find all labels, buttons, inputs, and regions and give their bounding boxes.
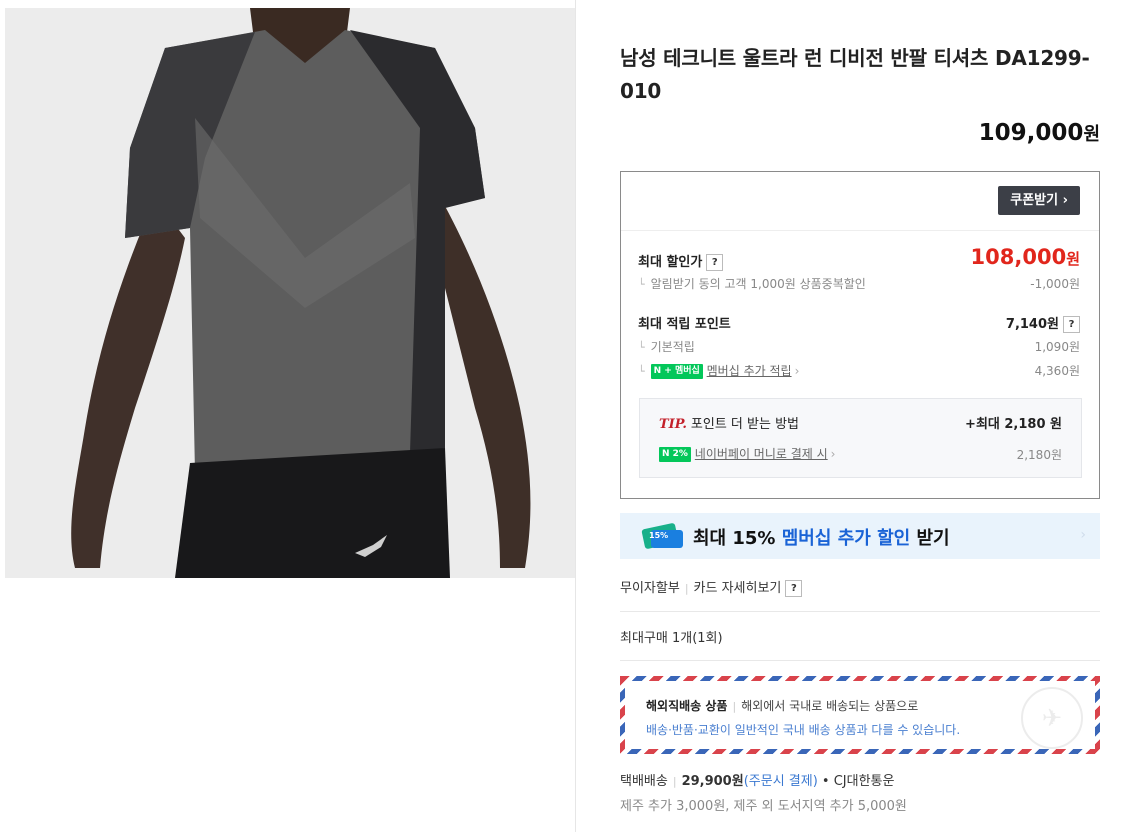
tip-label: 포인트 더 받는 방법 bbox=[690, 417, 799, 432]
tree-branch-icon: └ bbox=[638, 278, 645, 291]
shipping-fee-note: (주문시 결제) bbox=[743, 774, 818, 789]
card-detail-link[interactable]: 카드 자세히보기 bbox=[694, 581, 782, 596]
max-discount-amount: 108,000 bbox=[970, 245, 1067, 269]
max-discount-help-icon[interactable]: ? bbox=[706, 254, 724, 271]
membership-point-label: └ N + 멤버십 멤버십 추가 적립 › bbox=[638, 362, 799, 379]
price-unit: 원 bbox=[1083, 124, 1100, 145]
product-title: 남성 테크니트 울트라 런 디비전 반팔 티셔츠 DA1299-010 bbox=[620, 46, 1090, 103]
ticket-label: 15% bbox=[649, 531, 668, 540]
installment-label[interactable]: 무이자할부 bbox=[620, 581, 680, 596]
banner-text-prefix: 최대 15% bbox=[693, 528, 782, 549]
overseas-note: 배송·반품·교환이 일반적인 국내 배송 상품과 다를 수 있습니다. bbox=[646, 723, 961, 737]
overseas-notice-body: 해외직배송 상품 | 해외에서 국내로 배송되는 상품으로 배송·반품·교환이 일반… bbox=[625, 681, 1095, 749]
card-help-icon[interactable]: ? bbox=[785, 580, 803, 597]
price-amount: 109,000 bbox=[978, 120, 1084, 146]
shipping-method: 택배배송 bbox=[620, 774, 668, 789]
membership-banner-text: 최대 15% 멤버십 추가 할인 받기 bbox=[693, 524, 950, 550]
alarm-discount-value: -1,000원 bbox=[1030, 277, 1080, 291]
tree-branch-icon: └ bbox=[638, 341, 645, 354]
naver-plus-membership-badge: N + 멤버십 bbox=[650, 364, 703, 379]
product-photo[interactable] bbox=[5, 8, 575, 578]
max-point-label: 최대 적립 포인트 bbox=[638, 317, 731, 332]
divider: | bbox=[732, 700, 737, 713]
max-discount-row: 최대 할인가? 108,000원 bbox=[638, 245, 1080, 273]
chevron-right-icon: › bbox=[1080, 527, 1086, 543]
shipping-row: 택배배송 | 29,900원(주문시 결제) • CJ대한통운 bbox=[620, 770, 894, 789]
coupon-ticket-icon: 15% bbox=[641, 523, 683, 549]
membership-point-value: 4,360원 bbox=[1034, 364, 1080, 378]
overseas-shipping-notice: 해외직배송 상품 | 해외에서 국내로 배송되는 상품으로 배송·반품·교환이 일반… bbox=[620, 676, 1100, 754]
product-image-panel bbox=[0, 0, 576, 832]
basic-point-text: 기본적립 bbox=[650, 340, 695, 354]
coupon-button[interactable]: 쿠폰받기 › bbox=[998, 186, 1080, 215]
overseas-title-line: 해외직배송 상품 | 해외에서 국내로 배송되는 상품으로 bbox=[646, 697, 918, 714]
tip-box: TIP. 포인트 더 받는 방법 +최대 2,180 원 N 2% 네이버페이 머… bbox=[639, 398, 1082, 478]
shipping-carrier: • CJ대한통운 bbox=[821, 774, 895, 789]
basic-point-value: 1,090원 bbox=[1034, 340, 1080, 354]
tip-prefix: TIP. bbox=[659, 417, 687, 432]
chevron-right-icon: › bbox=[794, 364, 800, 378]
chevron-right-icon: › bbox=[830, 447, 836, 461]
benefit-box: 쿠폰받기 › 최대 할인가? 108,000원 └ 알림받기 동의 고객 1,00… bbox=[620, 171, 1100, 499]
divider: | bbox=[672, 775, 677, 788]
membership-discount-banner[interactable]: 15% 최대 15% 멤버십 추가 할인 받기 › bbox=[620, 513, 1100, 559]
membership-point-link[interactable]: 멤버십 추가 적립 bbox=[707, 364, 792, 378]
alarm-discount-row: └ 알림받기 동의 고객 1,000원 상품중복할인 -1,000원 bbox=[638, 275, 1080, 293]
max-point-value: 7,140원? bbox=[1006, 313, 1080, 333]
product-price: 109,000원 bbox=[979, 120, 1100, 146]
tree-branch-icon: └ bbox=[638, 365, 645, 378]
overseas-title: 해외직배송 상품 bbox=[646, 699, 728, 713]
alarm-discount-label: └ 알림받기 동의 고객 1,000원 상품중복할인 bbox=[638, 275, 866, 292]
divider-line bbox=[620, 660, 1100, 661]
max-point-row: 최대 적립 포인트 7,140원? bbox=[638, 313, 1080, 333]
max-discount-label-text: 최대 할인가 bbox=[638, 255, 703, 270]
divider: | bbox=[684, 582, 689, 595]
naver-pay-badge: N 2% bbox=[659, 447, 691, 462]
product-photo-illustration bbox=[5, 8, 575, 578]
max-point-help-icon[interactable]: ? bbox=[1063, 316, 1080, 333]
npay-value: 2,180원 bbox=[1016, 448, 1062, 462]
basic-point-row: └ 기본적립 1,090원 bbox=[638, 338, 1080, 356]
shipping-extra-fee: 제주 추가 3,000원, 제주 외 도서지역 추가 5,000원 bbox=[620, 799, 907, 814]
divider-line bbox=[620, 611, 1100, 612]
tip-value: +최대 2,180 원 bbox=[965, 417, 1062, 432]
max-discount-label: 최대 할인가? bbox=[638, 251, 724, 271]
membership-point-row[interactable]: └ N + 멤버십 멤버십 추가 적립 › 4,360원 bbox=[638, 362, 1080, 380]
banner-text-highlight: 멤버십 추가 할인 bbox=[781, 528, 911, 549]
shipping-fee: 29,900원 bbox=[681, 774, 744, 789]
alarm-discount-text: 알림받기 동의 고객 1,000원 상품중복할인 bbox=[650, 277, 866, 291]
coupon-row: 쿠폰받기 › bbox=[621, 172, 1099, 231]
max-point-amount: 7,140원 bbox=[1005, 317, 1059, 332]
max-discount-price: 108,000원 bbox=[971, 245, 1080, 269]
overseas-desc: 해외에서 국내로 배송되는 상품으로 bbox=[741, 699, 919, 713]
airplane-stamp-icon: ✈ bbox=[1021, 687, 1083, 749]
basic-point-label: └ 기본적립 bbox=[638, 338, 695, 355]
installment-row: 무이자할부 | 카드 자세히보기? bbox=[620, 577, 1100, 597]
banner-text-suffix: 받기 bbox=[910, 528, 950, 549]
max-discount-unit: 원 bbox=[1066, 250, 1080, 268]
max-purchase-row: 최대구매 1개(1회) bbox=[620, 631, 723, 646]
npay-row[interactable]: N 2% 네이버페이 머니로 결제 시 › bbox=[659, 445, 835, 462]
npay-link[interactable]: 네이버페이 머니로 결제 시 bbox=[695, 447, 828, 461]
tip-title: TIP. 포인트 더 받는 방법 bbox=[659, 413, 799, 432]
